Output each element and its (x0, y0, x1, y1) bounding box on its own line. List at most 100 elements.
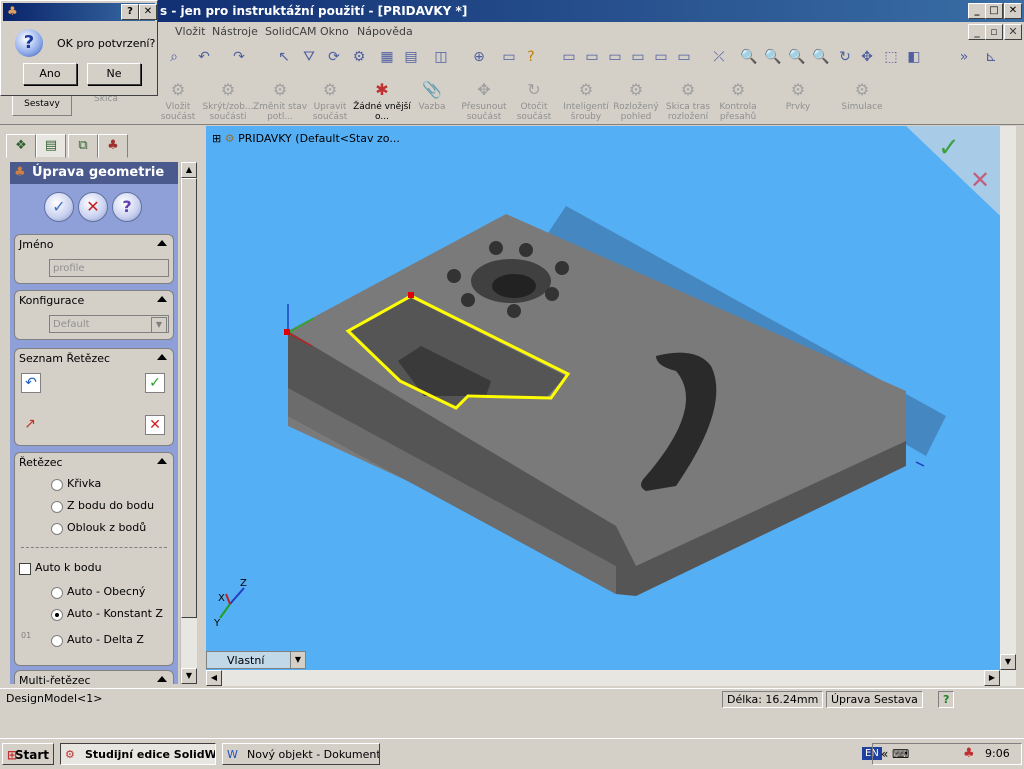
menu-nastroje[interactable]: Nástroje (212, 25, 258, 38)
radio-auto-general[interactable] (51, 587, 63, 599)
pan-icon[interactable]: ✥ (858, 48, 876, 66)
name-field[interactable]: profile (49, 259, 169, 277)
view-orientation-select[interactable]: Vlastní ▼ (206, 651, 306, 669)
property-tab[interactable]: ▤ (36, 134, 66, 158)
doc-restore-button[interactable]: ▫ (985, 24, 1003, 40)
expand-icon[interactable]: ⊞ (212, 132, 221, 145)
scroll-thumb[interactable] (181, 178, 197, 618)
dialog-close-button[interactable]: ✕ (139, 4, 157, 20)
radio-point-to-point[interactable] (51, 501, 63, 513)
viewport-vertical-scrollbar[interactable]: ▼ (1000, 126, 1016, 670)
view-6-icon[interactable]: ▭ (675, 48, 693, 66)
coordinate-icon[interactable]: ⊾ (982, 48, 1000, 66)
redo-icon[interactable]: ↷ (230, 48, 248, 66)
configuration-tab[interactable]: ⧉ (68, 134, 98, 158)
zoom-icon[interactable]: ⊕ (470, 48, 488, 66)
select-icon[interactable]: ↖ (275, 48, 293, 66)
features-button[interactable]: ⚙ Prvky (768, 80, 828, 112)
start-button[interactable]: ⊞ Start (2, 743, 54, 765)
interference-check-button[interactable]: ⚙ Kontrola přesahů (708, 80, 768, 122)
radio-auto-constant-z[interactable] (51, 609, 63, 621)
zoom-out-icon[interactable]: 🔍 (812, 48, 830, 66)
configuration-select[interactable]: Default ▼ (49, 315, 169, 333)
viewport-horizontal-scrollbar[interactable]: ◀ ▶ (206, 670, 1016, 686)
view-4-icon[interactable]: ▭ (629, 48, 647, 66)
collapse-icon[interactable] (157, 676, 167, 682)
scroll-right-icon[interactable]: ▶ (984, 670, 1000, 686)
radio-krivka[interactable] (51, 479, 63, 491)
scroll-down-icon[interactable]: ▼ (181, 668, 197, 684)
auto-to-point-checkbox[interactable] (19, 563, 31, 575)
undo-chain-icon[interactable]: ↶ (21, 373, 41, 393)
doc-close-button[interactable]: ✕ (1004, 24, 1022, 40)
rebuild-icon[interactable]: ⟳ (325, 48, 343, 66)
delete-chain-icon[interactable]: ✕ (145, 415, 165, 435)
view-1-icon[interactable]: ▭ (560, 48, 578, 66)
filter-icon[interactable]: ⛛ (300, 48, 318, 66)
view-2-icon[interactable]: ▭ (583, 48, 601, 66)
scroll-up-icon[interactable]: ▲ (181, 162, 197, 178)
doc-icon[interactable]: ▭ (500, 48, 518, 66)
view-5-icon[interactable]: ▭ (652, 48, 670, 66)
radio-auto-delta-z[interactable] (51, 635, 63, 647)
hide-show-button[interactable]: ⚙ Skrýt/zob... součásti (198, 80, 258, 122)
feature-tree-flyout[interactable]: ⊞ ⚙ PRIDAVKY (Default<Stav zo... (212, 132, 400, 145)
mate-button[interactable]: 📎 Vazba (402, 80, 462, 112)
undo-icon[interactable]: ↶ (195, 48, 213, 66)
menu-napoveda[interactable]: Nápověda (357, 25, 413, 38)
display-style-icon[interactable]: ◧ (905, 48, 923, 66)
menu-okno[interactable]: Okno (320, 25, 349, 38)
chevron-down-icon[interactable]: ▼ (290, 652, 305, 668)
confirm-corner-ok-icon[interactable]: ✓ (938, 133, 960, 163)
doc-minimize-button[interactable]: _ (968, 24, 986, 40)
menu-solidcam[interactable]: SolidCAM (265, 25, 317, 38)
cancel-button[interactable]: ✕ (78, 192, 108, 222)
options-icon[interactable]: ⚙ (350, 48, 368, 66)
sketch-tool-icon[interactable]: ◫ (432, 48, 450, 66)
feature-tree-tab[interactable]: ❖ (6, 134, 36, 158)
zoom-area-icon[interactable]: ⌕ (165, 48, 183, 66)
maximize-button[interactable]: □ (985, 3, 1003, 19)
zoom-in-icon[interactable]: 🔍 (788, 48, 806, 66)
chevron-down-icon[interactable]: ▼ (151, 317, 167, 333)
snap-icon[interactable]: ⤫ (710, 48, 728, 66)
3d-view-icon[interactable]: ⬚ (882, 48, 900, 66)
zoom-fit-icon[interactable]: 🔍 (740, 48, 758, 66)
model-view[interactable]: ✓ ✕ Z X Y (206, 126, 1016, 670)
tab-sestavy[interactable]: Sestavy (12, 94, 72, 116)
more-icon[interactable]: » (955, 48, 973, 66)
exploded-view-button[interactable]: ⚙ Rozložený pohled (606, 80, 666, 122)
task-word-document[interactable]: W Nový objekt - Dokument ... (222, 743, 380, 765)
pick-chain-icon[interactable]: ↗ (21, 415, 39, 433)
task-solidworks[interactable]: ⚙ Studijní edice SolidW... (60, 743, 216, 765)
help-button[interactable]: ? (112, 192, 142, 222)
status-help-icon[interactable]: ? (938, 691, 955, 708)
layout-icon[interactable]: ▦ (378, 48, 396, 66)
rotate-component-button[interactable]: ↻ Otočit součást (504, 80, 564, 122)
ok-button[interactable]: ✓ (44, 192, 74, 222)
view-3-icon[interactable]: ▭ (606, 48, 624, 66)
radio-arc-from-points[interactable] (51, 523, 63, 535)
yes-button[interactable]: Ano (23, 63, 77, 85)
help-icon[interactable]: ? (522, 48, 540, 66)
close-button[interactable]: ✕ (1004, 3, 1022, 19)
no-button[interactable]: Ne (87, 63, 141, 85)
scroll-left-icon[interactable]: ◀ (206, 670, 222, 686)
grid-icon[interactable]: ▤ (402, 48, 420, 66)
collapse-icon[interactable] (157, 296, 167, 302)
collapse-icon[interactable] (157, 240, 167, 246)
graphics-viewport[interactable]: ✓ ✕ Z X Y ⊞ ⚙ PRIDAVKY (Default<Stav zo.… (206, 126, 1016, 670)
menu-vlozit[interactable]: Vložit (175, 25, 205, 38)
accept-chain-icon[interactable]: ✓ (145, 373, 165, 393)
collapse-icon[interactable] (157, 458, 167, 464)
scroll-down-icon[interactable]: ▼ (1000, 654, 1016, 670)
panel-scrollbar[interactable]: ▲ ▼ (180, 162, 197, 684)
edit-component-button[interactable]: ⚙ Upravit součást (300, 80, 360, 122)
solidcam-tab[interactable]: ♣ (98, 134, 128, 158)
dialog-help-button[interactable]: ? (121, 4, 139, 20)
simulation-button[interactable]: ⚙ Simulace (832, 80, 892, 112)
collapse-icon[interactable] (157, 354, 167, 360)
minimize-button[interactable]: _ (968, 3, 986, 19)
confirm-corner-cancel-icon[interactable]: ✕ (970, 166, 990, 194)
rotate-icon[interactable]: ↻ (836, 48, 854, 66)
